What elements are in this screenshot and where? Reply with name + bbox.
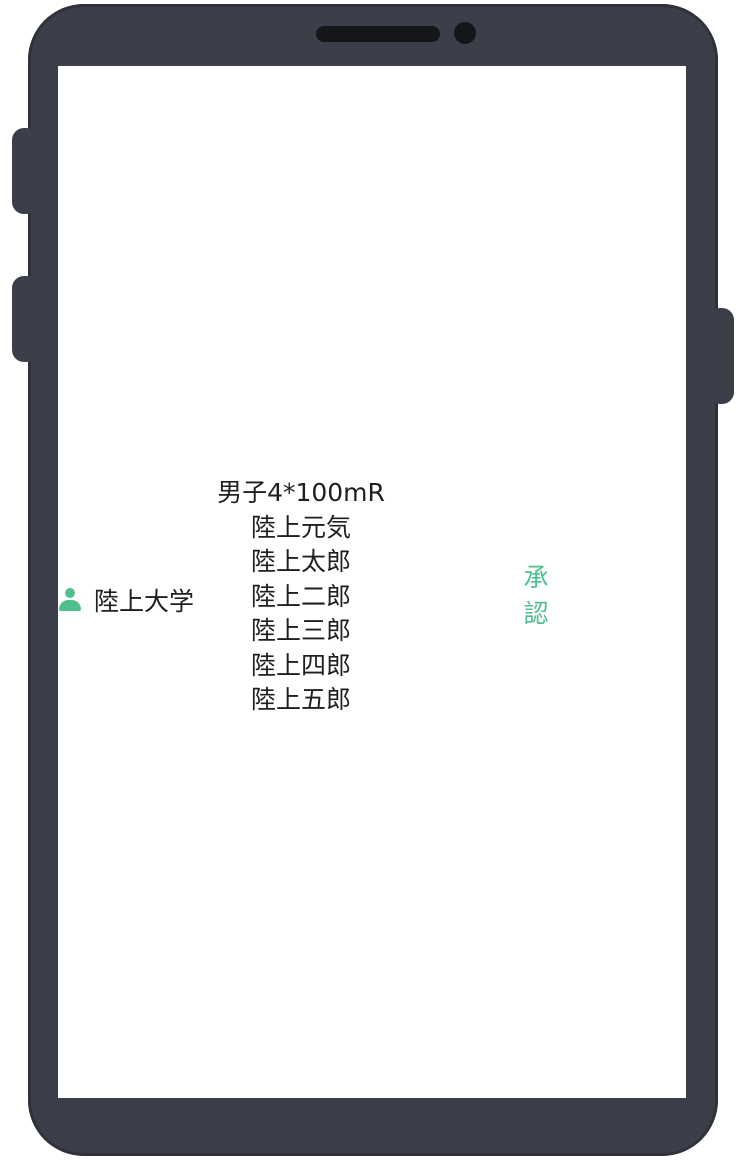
member-name: 陸上元気 — [250, 512, 351, 542]
member-name: 陸上三郎 — [250, 616, 351, 645]
entry-row: 陸上大学 男子4*100mR 陸上元気 陸上太郎 陸上二郎 陸上三郎 陸上四郎 … — [58, 66, 686, 1098]
member-name: 陸上二郎 — [250, 581, 351, 611]
person-icon-body — [59, 600, 81, 611]
speaker — [316, 26, 440, 42]
screen: 陸上大学 男子4*100mR 陸上元気 陸上太郎 陸上二郎 陸上三郎 陸上四郎 … — [58, 66, 686, 1098]
person-icon-head — [65, 588, 75, 598]
camera — [454, 22, 476, 44]
member-name: 陸上四郎 — [250, 650, 351, 680]
volume-down-button — [12, 276, 38, 362]
member-name: 陸上五郎 — [250, 685, 351, 714]
team: 陸上大学 — [58, 582, 194, 618]
entry-card: 男子4*100mR 陸上元気 陸上太郎 陸上二郎 陸上三郎 陸上四郎 陸上五郎 — [198, 476, 404, 718]
team-name: 陸上大学 — [94, 587, 195, 616]
member-name: 陸上太郎 — [250, 547, 351, 576]
volume-up-button — [12, 128, 38, 214]
event-name: 男子4*100mR — [217, 478, 385, 507]
power-button — [708, 308, 734, 404]
approve-button-label-1: 承 — [523, 563, 549, 592]
approve-button-label-2: 認 — [523, 599, 549, 628]
approve-button[interactable]: 承 認 — [512, 560, 560, 632]
person-icon — [58, 588, 82, 612]
